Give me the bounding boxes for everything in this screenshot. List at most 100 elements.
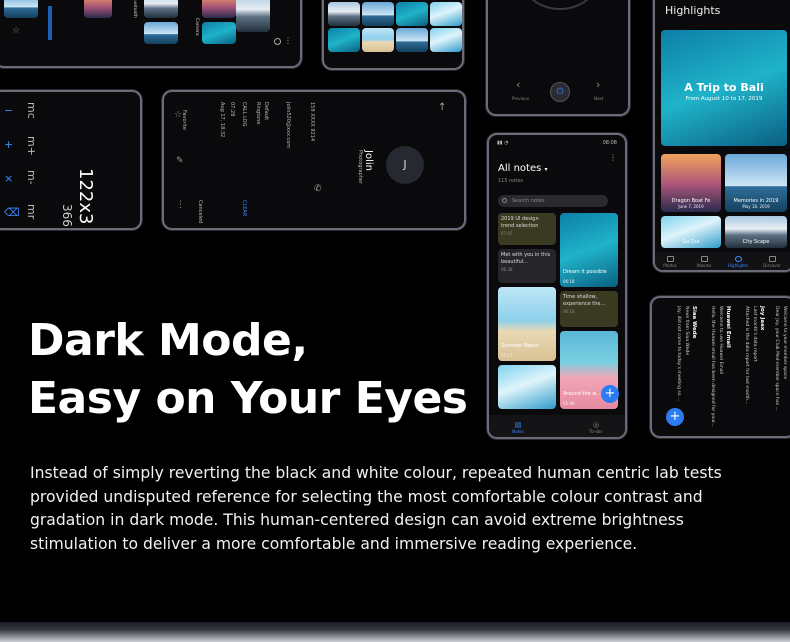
email-line: Attached is the data report for last mon… <box>744 306 749 405</box>
next-icon[interactable]: › <box>596 78 600 91</box>
photo-thumb[interactable] <box>202 22 236 44</box>
tab-photos[interactable]: Photos <box>657 256 683 268</box>
key-minus[interactable]: − <box>4 104 13 117</box>
email-sender: Joy Jaax <box>759 306 765 331</box>
contact-avatar: J <box>386 146 424 184</box>
key-backspace[interactable]: ⌫ <box>4 206 20 219</box>
call-log-canceled: Canceled <box>197 200 203 224</box>
photo-thumb[interactable] <box>430 28 462 52</box>
email-line: Joy, did not come to today's meeting so … <box>676 306 681 402</box>
photo-thumb[interactable] <box>144 22 178 44</box>
photo-grid-phone <box>322 0 464 70</box>
email-line: Welcome to your member space <box>782 306 787 380</box>
tab-albums[interactable]: Albums <box>691 256 717 268</box>
compose-button[interactable]: + <box>666 408 684 426</box>
call-date: Aug 17, 18:32 <box>219 102 225 138</box>
photo-thumb[interactable] <box>362 2 394 26</box>
photo-thumb[interactable] <box>328 2 360 26</box>
note-card[interactable]: Time shallow, experience the... 06:18 <box>560 291 618 327</box>
highlights-phone: Highlights A Trip to Bali From August 10… <box>653 0 790 272</box>
photo-thumb[interactable] <box>4 0 38 18</box>
search-icon[interactable] <box>274 38 281 45</box>
status-time: 08:08 <box>602 140 617 146</box>
notes-title[interactable]: All notes ▾ <box>498 163 548 174</box>
key-mr[interactable]: mr <box>25 204 38 219</box>
album-ring <box>520 0 600 10</box>
contact-title: Photographer <box>357 150 363 185</box>
bottom-divider <box>0 622 790 642</box>
star-icon[interactable]: ☆ <box>174 110 182 120</box>
calc-result: 366 <box>60 204 74 227</box>
search-icon <box>502 198 507 203</box>
note-card[interactable]: Dream it possible 06:18 <box>560 213 618 287</box>
photo-thumb[interactable] <box>202 0 236 18</box>
album-icon <box>700 256 708 262</box>
highlights-title: Highlights <box>665 4 721 17</box>
photo-thumb[interactable] <box>430 2 462 26</box>
email-phone: Welcome to your member space Dear Joy, y… <box>650 296 790 438</box>
photo-thumb[interactable] <box>362 28 394 52</box>
email-line: Last month's data report <box>752 306 757 362</box>
ringtone-label: Ringtone <box>255 102 261 125</box>
email-sender: Huawei Email <box>725 306 731 348</box>
photo-thumb[interactable] <box>328 28 360 52</box>
chevron-down-icon: ▾ <box>544 166 548 173</box>
tab-highlights[interactable]: Highlights <box>725 256 751 268</box>
search-input[interactable]: Search notes <box>498 195 608 207</box>
key-mc[interactable]: mc <box>25 102 38 119</box>
gallery-phone: Camera Bluetooth ⋮ ☆ <box>0 0 302 68</box>
previous-icon[interactable]: ‹ <box>516 78 520 91</box>
hero-album[interactable]: A Trip to Bali From August 10 to 17, 201… <box>661 30 787 146</box>
email-line: Hello, the Huawei email has been designe… <box>710 306 715 427</box>
back-arrow-icon[interactable]: ↑ <box>438 102 446 113</box>
album-tile[interactable]: City Scape <box>725 216 787 248</box>
previous-label: Previous <box>512 96 529 101</box>
photo-thumb[interactable] <box>144 0 178 18</box>
todo-icon: ◎ <box>592 421 600 429</box>
album-tile[interactable]: Go Out <box>661 216 721 248</box>
menu-icon[interactable]: ⋮ <box>284 36 292 45</box>
contact-phone: Favorite ☆ ✎ ⋮ Canceled 07:28 Aug 17, 18… <box>162 90 466 230</box>
email-line: Dear Joy, your Club Med member space has… <box>774 306 779 411</box>
hero-album-title: A Trip to Bali <box>684 81 764 94</box>
add-note-button[interactable]: + <box>601 385 619 403</box>
call-icon[interactable]: ✆ <box>314 184 322 194</box>
blue-strip <box>48 6 52 40</box>
album-tile-date: June 7, 2019 <box>678 204 704 209</box>
discover-icon <box>768 256 776 262</box>
note-card[interactable]: 2019 UI design trend selection 07:07 <box>498 213 556 245</box>
call-time: 07:28 <box>229 102 235 117</box>
note-card[interactable]: Met with you in this beautiful... 06:38 <box>498 249 556 283</box>
photo-thumb[interactable] <box>236 0 270 32</box>
bluetooth-label: Bluetooth <box>132 0 137 18</box>
phone-number[interactable]: 159 XXXX 9214 <box>307 102 316 141</box>
key-m-minus[interactable]: m- <box>25 170 38 185</box>
signal-icon: ▮▮ ◔ <box>497 140 509 146</box>
tab-todos[interactable]: ◎ To-dos <box>581 421 611 434</box>
email-value[interactable]: Jolin520@xxx.com <box>283 102 292 148</box>
calc-expression: 122x3 <box>75 168 96 225</box>
email-line: Welcome to use Huawei Email <box>718 306 723 374</box>
clear-log-button[interactable]: CLEAR <box>239 200 248 216</box>
notes-count: 115 notes <box>498 178 524 184</box>
body-paragraph: Instead of simply reverting the black an… <box>30 464 722 553</box>
calculator-phone: mc m+ m- mr − + × ⌫ 122x3 366 <box>0 90 142 230</box>
key-plus[interactable]: + <box>4 138 13 151</box>
album-tile[interactable]: Memories in 2019 May 18, 2019 <box>725 154 787 212</box>
headline-line-2: Easy on Your Eyes <box>28 373 468 424</box>
headline-line-1: Dark Mode, <box>28 315 308 366</box>
album-tile[interactable]: Dragon Boat Fe June 7, 2019 <box>661 154 721 212</box>
album-tile-title: Go Out <box>682 239 700 245</box>
gallery-tab-bar: Photos Albums Highlights Discover <box>655 252 790 270</box>
photo-thumb[interactable] <box>396 28 428 52</box>
key-m-plus[interactable]: m+ <box>25 136 38 156</box>
star-icon: ☆ <box>12 26 21 36</box>
more-icon[interactable]: ⋮ <box>176 200 185 210</box>
tab-discover[interactable]: Discover <box>759 256 785 268</box>
photo-thumb[interactable] <box>396 2 428 26</box>
more-icon[interactable]: ⋮ <box>609 153 617 162</box>
edit-icon[interactable]: ✎ <box>176 156 184 166</box>
play-button[interactable]: ⏻ <box>550 82 570 102</box>
photo-thumb[interactable] <box>84 0 112 18</box>
key-multiply[interactable]: × <box>4 172 13 185</box>
